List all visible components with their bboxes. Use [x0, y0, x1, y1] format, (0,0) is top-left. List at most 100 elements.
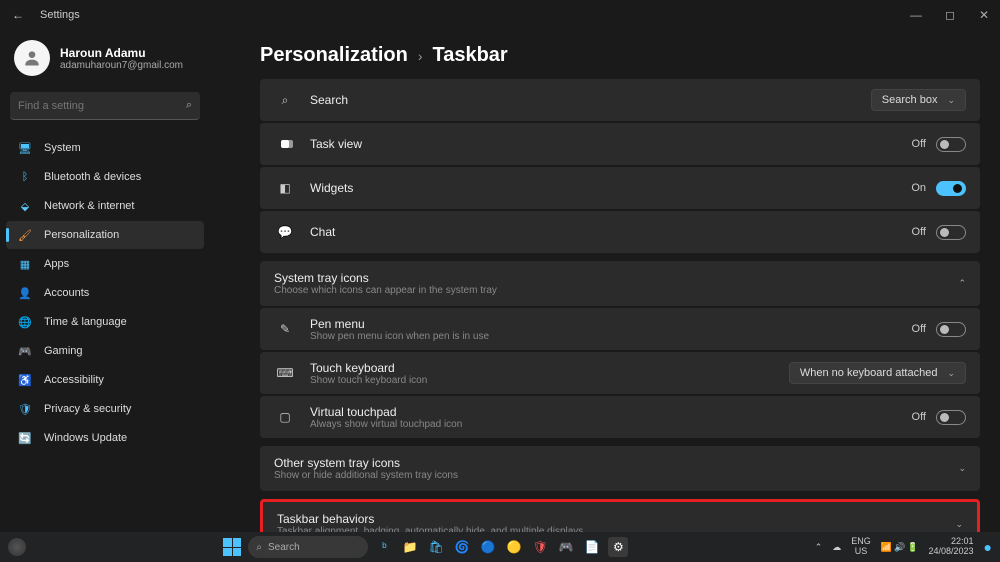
chevron-down-icon: ⌄	[947, 95, 955, 106]
wifi-icon: ⬙	[16, 199, 34, 213]
sidebar: Haroun Adamu adamuharoun7@gmail.com ⌕ 🖥S…	[0, 30, 210, 532]
touch-keyboard-dropdown[interactable]: When no keyboard attached⌄	[789, 362, 966, 384]
breadcrumb-parent[interactable]: Personalization	[260, 44, 408, 67]
taskview-toggle[interactable]	[936, 137, 966, 152]
widgets-toggle[interactable]	[936, 181, 966, 196]
search-icon: ⌕	[186, 99, 192, 112]
wifi-icon: 📶	[881, 542, 892, 553]
user-email: adamuharoun7@gmail.com	[60, 60, 183, 71]
search-input[interactable]	[18, 100, 186, 112]
system-tray[interactable]: 📶 🔊 🔋	[881, 542, 919, 553]
taskbar-behaviors-header[interactable]: Taskbar behaviors Taskbar alignment, bad…	[260, 499, 980, 532]
language-switcher[interactable]: ENGUS	[851, 537, 871, 557]
row-virtual-touchpad[interactable]: ▢ Virtual touchpadAlways show virtual to…	[260, 396, 980, 438]
other-tray-section: Other system tray icons Show or hide add…	[260, 446, 980, 491]
back-button[interactable]: ←	[8, 5, 28, 25]
security-icon[interactable]: 🛡	[530, 537, 550, 557]
pen-toggle[interactable]	[936, 322, 966, 337]
store-icon[interactable]: 🛍	[426, 537, 446, 557]
taskview-icon	[274, 140, 296, 148]
tray-chevron-icon[interactable]: ⌃	[815, 542, 823, 553]
brush-icon: 🖌	[16, 228, 34, 242]
search-input-wrap[interactable]: ⌕	[10, 92, 200, 120]
taskbar-items-group: ⌕ Search Search box⌄ Task view Off ◧ Wid…	[260, 79, 980, 253]
search-icon: ⌕	[256, 542, 262, 553]
breadcrumb: Personalization › Taskbar	[260, 44, 980, 67]
chat-icon: 💬	[274, 225, 296, 239]
user-profile[interactable]: Haroun Adamu adamuharoun7@gmail.com	[6, 34, 204, 82]
clock[interactable]: 22:0124/08/2023	[928, 537, 973, 557]
system-icon: 🖥	[16, 141, 34, 155]
row-chat[interactable]: 💬 Chat Off	[260, 211, 980, 253]
system-tray-header[interactable]: System tray icons Choose which icons can…	[260, 261, 980, 306]
window-title: Settings	[40, 9, 80, 21]
update-icon: 🔄	[16, 431, 34, 445]
row-search[interactable]: ⌕ Search Search box⌄	[260, 79, 980, 121]
sidebar-item-update[interactable]: 🔄Windows Update	[6, 424, 204, 452]
notifications-icon[interactable]: ●	[984, 539, 992, 555]
window-controls: — ◻ ✕	[908, 8, 992, 22]
touchpad-icon: ▢	[274, 410, 296, 424]
main-content: Personalization › Taskbar ⌕ Search Searc…	[210, 30, 1000, 532]
volume-icon: 🔊	[894, 542, 905, 553]
keyboard-icon: ⌨	[274, 366, 296, 380]
touchpad-toggle[interactable]	[936, 410, 966, 425]
maximize-button[interactable]: ◻	[942, 8, 958, 22]
sidebar-item-gaming[interactable]: 🎮Gaming	[6, 337, 204, 365]
other-tray-header[interactable]: Other system tray icons Show or hide add…	[260, 446, 980, 491]
row-touch-keyboard[interactable]: ⌨ Touch keyboardShow touch keyboard icon…	[260, 352, 980, 394]
apps-icon: ▦	[16, 257, 34, 271]
row-taskview[interactable]: Task view Off	[260, 123, 980, 165]
pen-icon: ✎	[274, 322, 296, 336]
taskbar-search[interactable]: ⌕Search	[248, 536, 368, 558]
battery-icon: 🔋	[907, 542, 918, 553]
xbox-icon[interactable]: 🎮	[556, 537, 576, 557]
sidebar-item-apps[interactable]: ▦Apps	[6, 250, 204, 278]
bing-icon[interactable]: ᵇ	[374, 537, 394, 557]
search-dropdown[interactable]: Search box⌄	[871, 89, 966, 111]
chrome2-icon[interactable]: 🟡	[504, 537, 524, 557]
chevron-down-icon: ⌄	[947, 368, 955, 379]
titlebar: ← Settings — ◻ ✕	[0, 0, 1000, 30]
sidebar-item-time[interactable]: 🌐Time & language	[6, 308, 204, 336]
start-button[interactable]	[222, 537, 242, 557]
sidebar-item-system[interactable]: 🖥System	[6, 134, 204, 162]
shield-icon: 🛡	[16, 402, 34, 416]
taskbar-behaviors-section: Taskbar behaviors Taskbar alignment, bad…	[260, 499, 980, 532]
accessibility-icon: ♿	[16, 373, 34, 387]
sidebar-item-privacy[interactable]: 🛡Privacy & security	[6, 395, 204, 423]
sidebar-item-network[interactable]: ⬙Network & internet	[6, 192, 204, 220]
avatar	[14, 40, 50, 76]
chevron-right-icon: ›	[418, 48, 423, 64]
chevron-up-icon[interactable]: ⌃	[958, 278, 966, 289]
os-taskbar: ⌕Search ᵇ 📁 🛍 🌀 🔵 🟡 🛡 🎮 📄 ⚙ ⌃ ☁ ENGUS 📶 …	[0, 532, 1000, 562]
chevron-down-icon[interactable]: ⌄	[955, 519, 963, 530]
chat-toggle[interactable]	[936, 225, 966, 240]
person-icon: 👤	[16, 286, 34, 300]
close-button[interactable]: ✕	[976, 8, 992, 22]
row-pen-menu[interactable]: ✎ Pen menuShow pen menu icon when pen is…	[260, 308, 980, 350]
settings-icon[interactable]: ⚙	[608, 537, 628, 557]
user-name: Haroun Adamu	[60, 46, 183, 60]
globe-icon: 🌐	[16, 315, 34, 329]
system-tray-section: System tray icons Choose which icons can…	[260, 261, 980, 438]
sidebar-item-accounts[interactable]: 👤Accounts	[6, 279, 204, 307]
sidebar-item-bluetooth[interactable]: ᛒBluetooth & devices	[6, 163, 204, 191]
pdf-icon[interactable]: 📄	[582, 537, 602, 557]
sidebar-item-accessibility[interactable]: ♿Accessibility	[6, 366, 204, 394]
widgets-icon: ◧	[274, 181, 296, 195]
browser-icon[interactable]: 🌀	[452, 537, 472, 557]
search-icon: ⌕	[274, 93, 296, 108]
game-icon: 🎮	[16, 344, 34, 358]
nav-list: 🖥System ᛒBluetooth & devices ⬙Network & …	[6, 134, 204, 452]
minimize-button[interactable]: —	[908, 8, 924, 22]
page-title: Taskbar	[432, 44, 507, 67]
tray-cloud-icon[interactable]: ☁	[832, 542, 841, 553]
chevron-down-icon[interactable]: ⌄	[958, 463, 966, 474]
weather-widget[interactable]	[8, 538, 26, 556]
bluetooth-icon: ᛒ	[16, 170, 34, 184]
sidebar-item-personalization[interactable]: 🖌Personalization	[6, 221, 204, 249]
row-widgets[interactable]: ◧ Widgets On	[260, 167, 980, 209]
explorer-icon[interactable]: 📁	[400, 537, 420, 557]
chrome-icon[interactable]: 🔵	[478, 537, 498, 557]
